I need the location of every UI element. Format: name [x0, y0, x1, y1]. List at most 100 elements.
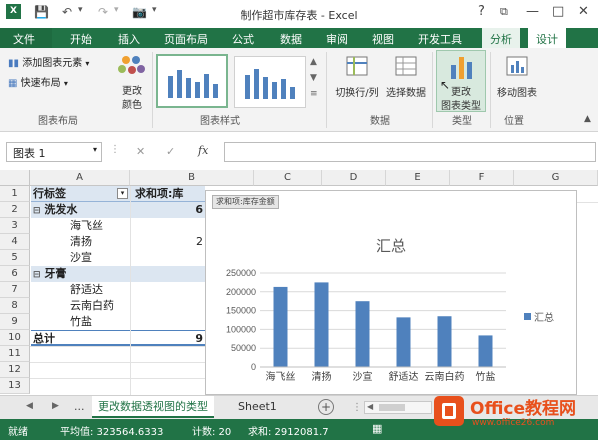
select-all-corner[interactable] [0, 170, 30, 186]
row-header[interactable]: 10 [0, 330, 30, 346]
gallery-scroll[interactable]: ▲ ▼ ≡ [310, 54, 318, 102]
pivot-grand-total-label[interactable]: 总计 [31, 330, 130, 346]
insert-function-button[interactable]: fx [198, 144, 208, 157]
formula-input[interactable] [224, 142, 596, 162]
column-header[interactable]: G [514, 170, 598, 186]
change-colors-label-2: 颜色 [122, 100, 142, 111]
chart-style-1[interactable] [156, 54, 228, 108]
row-header[interactable]: 1 [0, 186, 30, 202]
scroll-left-icon[interactable]: ◀ [367, 402, 373, 411]
pivot-group-row[interactable]: ⊟ 牙膏 [31, 266, 130, 282]
row-header[interactable]: 4 [0, 234, 30, 250]
move-chart-button[interactable]: 移动图表 [494, 54, 540, 104]
pivot-item[interactable]: 云南白药 [70, 298, 130, 314]
pivot-item-value[interactable]: 2 [131, 234, 205, 250]
normal-view-icon[interactable]: ▦ [372, 422, 382, 435]
name-box[interactable]: 图表 1 ▾ [6, 142, 102, 162]
chart-bar[interactable] [396, 317, 411, 367]
switch-row-column-button[interactable]: 切换行/列 [332, 54, 382, 104]
pivot-grand-total-value[interactable]: 9 [131, 330, 205, 346]
collapse-ribbon-icon[interactable]: ▲ [584, 114, 591, 124]
minimize-button[interactable]: — [526, 4, 539, 19]
pivot-group-value[interactable]: 6 [131, 202, 205, 218]
window-title: 制作超市库存表 - Excel [240, 9, 358, 22]
gallery-down-icon[interactable]: ▼ [310, 70, 318, 86]
cancel-formula-button[interactable]: ✕ [136, 145, 145, 158]
tabs-split-icon[interactable]: ⋮ [352, 402, 362, 413]
column-header[interactable]: D [322, 170, 386, 186]
filter-dropdown-icon[interactable]: ▾ [117, 188, 128, 199]
horizontal-scrollbar[interactable]: ◀ [364, 401, 432, 414]
row-header[interactable]: 8 [0, 298, 30, 314]
help-button[interactable]: ? [478, 4, 485, 19]
pivot-chart[interactable]: 求和项:库存金额 汇总 0 50000 100000 150000 200000 2500… [205, 190, 577, 395]
pivot-values-header[interactable]: 求和项:库 [131, 186, 205, 202]
pivot-item[interactable]: 舒适达 [70, 282, 130, 298]
gallery-up-icon[interactable]: ▲ [310, 54, 318, 70]
tab-view[interactable]: 视图 [372, 31, 394, 47]
pivot-item[interactable]: 清扬 [70, 234, 130, 250]
column-header[interactable]: E [386, 170, 450, 186]
pivot-item[interactable]: 海飞丝 [70, 218, 130, 234]
sheet-nav-prev[interactable]: ◀ [26, 401, 33, 411]
maximize-button[interactable]: □ [552, 4, 564, 19]
collapse-icon[interactable]: ⊟ [33, 206, 41, 216]
ribbon-display-button[interactable]: ⧉ [500, 5, 508, 19]
chart-bar[interactable] [314, 282, 329, 367]
row-header[interactable]: 13 [0, 378, 30, 394]
quick-layout-button[interactable]: ▦ 快速布局 ▾ [8, 74, 68, 89]
add-sheet-button[interactable]: + [318, 399, 334, 415]
tab-home[interactable]: 开始 [70, 31, 92, 47]
pivot-row-labels-header[interactable]: 行标签 ▾ [31, 186, 130, 202]
row-header[interactable]: 3 [0, 218, 30, 234]
sheet-tab-sheet1[interactable]: Sheet1 [232, 396, 283, 418]
tab-data[interactable]: 数据 [280, 31, 302, 47]
sheet-tab-active[interactable]: 更改数据透视图的类型 [92, 396, 214, 418]
row-header[interactable]: 5 [0, 250, 30, 266]
tab-file[interactable]: 文件 [0, 28, 52, 48]
gallery-more-icon[interactable]: ≡ [310, 86, 318, 102]
row-header[interactable]: 9 [0, 314, 30, 330]
chart-bar[interactable] [273, 286, 288, 367]
chart-bar[interactable] [437, 316, 452, 367]
column-header[interactable]: A [30, 170, 130, 186]
pivot-group-value[interactable] [131, 266, 205, 282]
pivot-item[interactable]: 沙宣 [70, 250, 130, 266]
name-box-dropdown-icon[interactable]: ▾ [93, 145, 97, 154]
row-header[interactable]: 12 [0, 362, 30, 378]
tab-design[interactable]: 设计 [528, 28, 566, 48]
pivot-group-label: 洗发水 [44, 203, 78, 216]
sheet-nav-more[interactable]: ... [74, 400, 85, 413]
collapse-icon[interactable]: ⊟ [33, 270, 41, 280]
sheet-nav-next[interactable]: ▶ [52, 401, 59, 411]
scroll-thumb[interactable] [379, 404, 405, 411]
tab-review[interactable]: 审阅 [326, 31, 348, 47]
column-header[interactable]: F [450, 170, 514, 186]
chart-bar[interactable] [355, 301, 370, 367]
enter-formula-button[interactable]: ✓ [166, 145, 175, 158]
column-header[interactable]: C [254, 170, 322, 186]
pivot-item[interactable]: 竹盐 [70, 314, 130, 330]
add-chart-element-button[interactable]: ▮▮ 添加图表元素 ▾ [8, 54, 89, 69]
chart-bar[interactable] [478, 335, 493, 367]
chart-style-2[interactable] [234, 56, 306, 108]
pivot-group-row[interactable]: ⊟ 洗发水 [31, 202, 130, 218]
tab-insert[interactable]: 插入 [118, 31, 140, 47]
row-header[interactable]: 7 [0, 282, 30, 298]
worksheet[interactable]: A B C D E F G 1 2 3 4 5 6 7 8 9 10 11 12… [0, 170, 598, 395]
tab-analyze[interactable]: 分析 [482, 28, 520, 48]
close-button[interactable]: ✕ [578, 4, 589, 19]
row-header[interactable]: 6 [0, 266, 30, 282]
column-header[interactable]: B [130, 170, 254, 186]
change-colors-button[interactable]: 更改 颜色 [114, 52, 150, 112]
row-header[interactable]: 2 [0, 202, 30, 218]
x-tick-label: 清扬 [312, 370, 332, 383]
tab-formulas[interactable]: 公式 [232, 31, 254, 47]
row-header[interactable]: 11 [0, 346, 30, 362]
group-label-data: 数据 [370, 116, 390, 127]
tab-developer[interactable]: 开发工具 [418, 31, 462, 47]
tab-page-layout[interactable]: 页面布局 [164, 31, 208, 47]
y-tick-label: 150000 [226, 306, 256, 316]
switch-row-column-icon [346, 56, 368, 76]
select-data-button[interactable]: 选择数据 [384, 54, 428, 104]
